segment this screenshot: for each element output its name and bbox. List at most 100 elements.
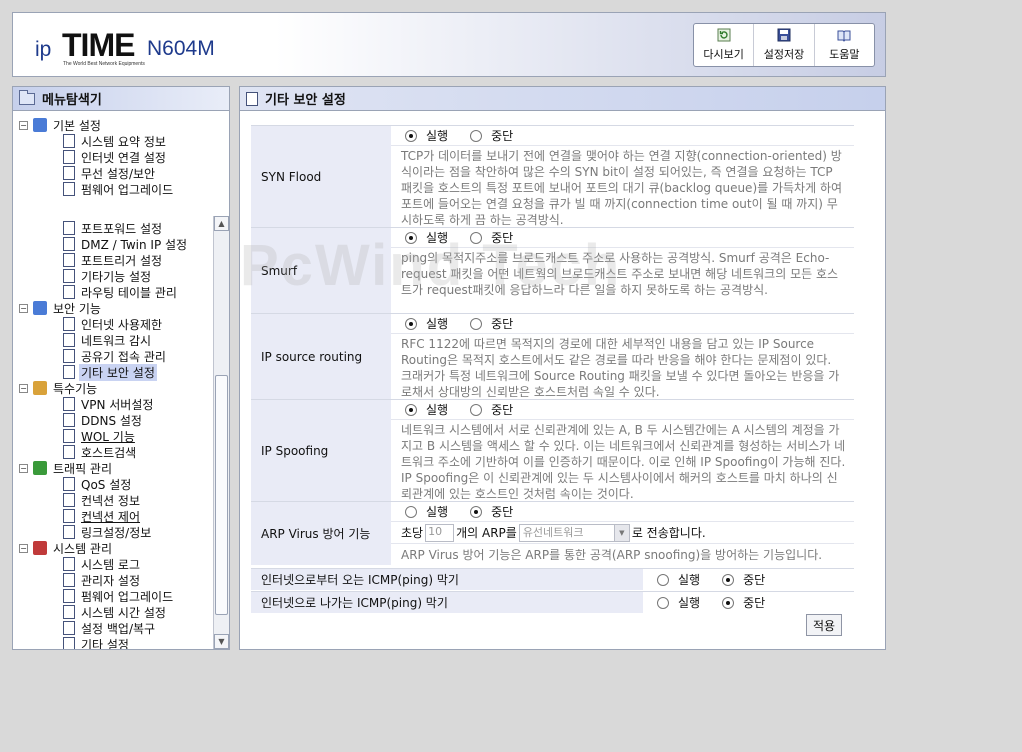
collapse-toggle-icon[interactable]: − [19, 304, 28, 313]
scroll-down-arrow-icon[interactable]: ▼ [214, 634, 229, 649]
menu-item-label: 호스트검색 [81, 445, 137, 460]
menu-item[interactable]: DDNS 설정 [63, 412, 144, 428]
ip-source-routing-on-radio[interactable] [405, 317, 417, 330]
arp-target-select[interactable]: 유선네트워크 ▼ [518, 523, 630, 542]
smurf-off-radio[interactable] [470, 231, 483, 244]
menu-item[interactable]: 펌웨어 업그레이드 [63, 181, 175, 197]
ip-spoofing-on-radio[interactable] [405, 403, 417, 416]
icmp-inbound-on-radio[interactable] [657, 573, 669, 586]
icmp-outbound-on-radio[interactable] [657, 596, 669, 609]
menu-item[interactable]: 시스템 시간 설정 [63, 604, 168, 620]
menu-item-label: 무선 설정/보안 [81, 166, 156, 181]
menu-item[interactable]: 기타 설정 [63, 636, 131, 649]
page-icon [63, 365, 75, 379]
ip-source-routing-radio-group: 실행 중단 [391, 314, 854, 334]
collapse-toggle-icon[interactable]: − [19, 464, 28, 473]
scrollbar-thumb[interactable] [215, 375, 228, 615]
ip-source-routing-label: IP source routing [251, 314, 391, 399]
menu-item[interactable]: 시스템 요약 정보 [63, 133, 168, 149]
ip-source-routing-off-radio[interactable] [470, 317, 483, 330]
page-icon [63, 333, 75, 347]
menu-item-label: 펌웨어 업그레이드 [81, 589, 174, 604]
icmp-outbound-label: 인터넷으로 나가는 ICMP(ping) 막기 [251, 592, 643, 613]
collapse-toggle-icon[interactable]: − [19, 121, 28, 130]
arp-virus-off-radio[interactable] [470, 505, 483, 518]
menu-item-label: 기본 설정 [53, 118, 101, 133]
document-icon [246, 91, 258, 106]
help-button[interactable]: 도움말 [815, 24, 874, 66]
radio-off-label: 중단 [491, 317, 514, 331]
menu-item[interactable]: 포트포워드 설정 [63, 220, 164, 236]
content-title-bar: 기타 보안 설정 [240, 87, 885, 111]
menu-item[interactable]: VPN 서버설정 [63, 396, 155, 412]
apply-button[interactable]: 적용 [806, 614, 842, 636]
icmp-inbound-off-radio[interactable] [722, 573, 735, 586]
arp-virus-label: ARP Virus 방어 기능 [251, 502, 391, 565]
icmp-inbound-label: 인터넷으로부터 오는 ICMP(ping) 막기 [251, 569, 643, 590]
menu-item[interactable]: 컨넥션 정보 [63, 492, 142, 508]
menu-item[interactable]: 기타 보안 설정 [63, 363, 157, 381]
page-icon [63, 509, 75, 523]
page-icon [63, 285, 75, 299]
arp-virus-on-radio[interactable] [405, 505, 417, 518]
menu-item[interactable]: 관리자 설정 [63, 572, 142, 588]
icmp-outbound-off-radio[interactable] [722, 596, 735, 609]
menu-item[interactable]: 시스템 로그 [63, 556, 142, 572]
menu-item-label: 네트워크 감시 [81, 333, 152, 348]
page-icon [63, 477, 75, 491]
arp-config-line: 초당 10 개의 ARP를 유선네트워크 ▼ 로 전송합니다. [391, 522, 854, 544]
collapse-toggle-icon[interactable]: − [19, 544, 28, 553]
menu-item-label: 인터넷 사용제한 [81, 317, 163, 332]
menu-item-label: 시스템 로그 [81, 557, 141, 572]
menu-group-item[interactable]: 기본 설정 [33, 117, 103, 133]
menu-group-item[interactable]: 보안 기능 [33, 300, 103, 316]
folder-icon [19, 89, 35, 105]
logo-tagline: The World Best Network Equipments [63, 61, 145, 67]
menu-item[interactable]: WOL 기능 [63, 428, 137, 444]
save-icon [777, 28, 791, 42]
menu-item[interactable]: 호스트검색 [63, 444, 138, 460]
menu-item-label: VPN 서버설정 [81, 397, 154, 412]
menu-item-label: 펌웨어 업그레이드 [81, 182, 174, 197]
arp-count-input[interactable]: 10 [425, 523, 455, 542]
menu-item[interactable]: 컨넥션 제어 [63, 508, 142, 524]
menu-item[interactable]: 펌웨어 업그레이드 [63, 588, 175, 604]
smurf-on-radio[interactable] [405, 231, 417, 244]
menu-item[interactable]: 네트워크 감시 [63, 332, 153, 348]
arp-select-value: 유선네트워크 [522, 525, 584, 539]
menu-item[interactable]: DMZ / Twin IP 설정 [63, 236, 189, 252]
menu-item[interactable]: 인터넷 사용제한 [63, 316, 164, 332]
syn-flood-off-radio[interactable] [470, 129, 483, 142]
save-settings-button[interactable]: 설정저장 [754, 24, 815, 66]
menu-item[interactable]: 공유기 접속 관리 [63, 348, 168, 364]
menu-item[interactable]: 라우팅 테이블 관리 [63, 284, 179, 300]
syn-flood-on-radio[interactable] [405, 129, 417, 142]
page-icon [63, 573, 75, 587]
radio-on-label: 실행 [678, 596, 701, 610]
scroll-up-arrow-icon[interactable]: ▲ [214, 216, 229, 231]
menu-item[interactable]: 무선 설정/보안 [63, 165, 157, 181]
menu-group-icon [33, 461, 47, 475]
menu-item[interactable]: 링크설정/정보 [63, 524, 153, 540]
syn-flood-row: SYN Flood 실행 중단 TCP가 데이터를 보내기 전에 연결을 맺어야… [251, 125, 854, 227]
menu-scrollbar[interactable]: ▲ ▼ [213, 216, 229, 649]
refresh-button[interactable]: 다시보기 [694, 24, 755, 66]
radio-on-label: 실행 [426, 231, 449, 245]
menu-item-label: 특수기능 [53, 381, 98, 396]
menu-group-item[interactable]: 시스템 관리 [33, 540, 114, 556]
menu-group-item[interactable]: 트래픽 관리 [33, 460, 114, 476]
ip-spoofing-off-radio[interactable] [470, 403, 483, 416]
menu-item[interactable]: 인터넷 연결 설정 [63, 149, 168, 165]
arp-suffix-text: 로 전송합니다. [631, 526, 706, 540]
menu-item[interactable]: QoS 설정 [63, 476, 133, 492]
header-bar: ip TIME N604M The World Best Network Equ… [12, 12, 886, 77]
menu-item[interactable]: 포트트리거 설정 [63, 252, 164, 268]
collapse-toggle-icon[interactable]: − [19, 384, 28, 393]
menu-group-item[interactable]: 특수기능 [33, 380, 99, 396]
smurf-label: Smurf [251, 228, 391, 313]
save-label: 설정저장 [763, 48, 805, 61]
menu-item-label: 트래픽 관리 [53, 461, 113, 476]
menu-item[interactable]: 설정 백업/복구 [63, 620, 157, 636]
menu-item[interactable]: 기타기능 설정 [63, 268, 153, 284]
page-icon [63, 413, 75, 427]
